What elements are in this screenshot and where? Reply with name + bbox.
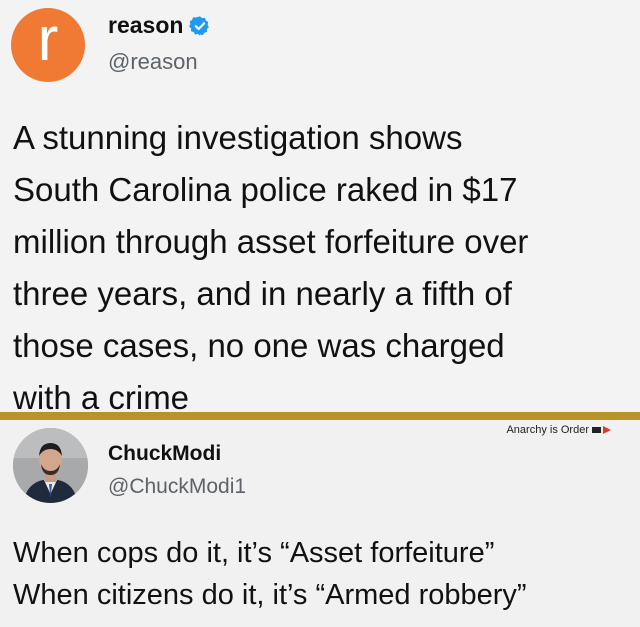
author-handle[interactable]: @reason (108, 49, 198, 75)
author-display-name[interactable]: reason (108, 12, 183, 39)
watermark: Anarchy is Order (506, 424, 612, 436)
tweet-line: million through asset forfeiture over (13, 223, 529, 260)
reply-body: When cops do it, it’s “Asset forfeiture”… (13, 532, 633, 616)
reply-display-name[interactable]: ChuckModi (108, 442, 221, 466)
reply-handle[interactable]: @ChuckModi1 (108, 475, 246, 499)
reply-line: When cops do it, it’s “Asset forfeiture” (13, 537, 495, 569)
tweet-body: A stunning investigation shows South Car… (13, 112, 633, 424)
watermark-text: Anarchy is Order (506, 424, 589, 436)
tweet-line: South Carolina police raked in $17 (13, 171, 518, 208)
post-divider (0, 412, 640, 420)
reply-name-row: ChuckModi (108, 442, 221, 466)
tweet-line: three years, and in nearly a fifth of (13, 275, 512, 312)
avatar-letter: r (37, 5, 59, 74)
author-name-row: reason (108, 12, 211, 39)
chuckmodi-avatar[interactable] (13, 428, 88, 503)
reply-line: When citizens do it, it’s “Armed robbery… (13, 579, 527, 611)
tweet-line: those cases, no one was charged (13, 327, 505, 364)
flag-icon (592, 426, 611, 434)
reason-avatar[interactable]: r (11, 8, 85, 82)
verified-badge-icon (189, 15, 210, 36)
person-photo-icon (13, 428, 88, 503)
original-tweet: r reason @reason A stunning investigatio… (0, 0, 640, 416)
tweet-line: A stunning investigation shows (13, 119, 463, 156)
reply-tweet: ChuckModi @ChuckModi1 Anarchy is Order W… (0, 420, 640, 627)
